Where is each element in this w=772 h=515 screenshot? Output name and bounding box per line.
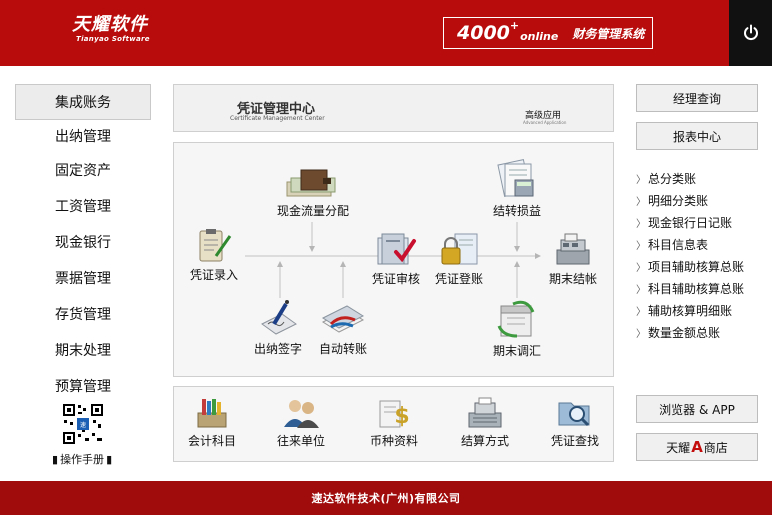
carry-pl-node[interactable]: 结转损益 [472,158,562,219]
report-general-ledger[interactable]: 〉总分类账 [636,170,696,187]
cash-register-icon [556,233,590,265]
sign-pen-icon [261,300,297,335]
tool-currency-label: 币种资料 [369,434,418,448]
period-close-node[interactable]: 期末结帐 [528,232,618,287]
chevron-right-icon: 〉 [636,197,646,208]
report-label: 辅助核算明细账 [648,304,733,318]
auto-transfer-node[interactable]: 自动转账 [298,298,388,357]
report-label: 现金银行日记账 [648,216,733,230]
chevron-right-icon: 〉 [636,285,646,296]
dollar-docs-icon: $ [379,400,410,429]
store-button[interactable]: 天耀 A 商店 [636,433,758,461]
ledger-lock-icon [441,233,478,265]
report-label: 科目信息表 [648,238,709,252]
report-center-button[interactable]: 报表中心 [636,122,758,150]
report-label: 总分类账 [648,172,697,186]
auto-transfer-label: 自动转账 [318,342,367,356]
folder-check-icon [377,233,416,265]
carry-pl-label: 结转损益 [492,204,541,218]
cash-flow-label: 现金流量分配 [276,204,349,218]
chevron-right-icon: 〉 [636,241,646,252]
chevron-right-icon: 〉 [636,175,646,186]
footer-company: 速达软件技术(广州)有限公司 [0,481,772,515]
pos-terminal-icon [468,397,502,428]
voucher-post-label: 凭证登账 [434,272,483,286]
tool-partners[interactable]: 往来单位 [261,397,341,449]
store-prefix: 天耀 [666,440,691,455]
tool-voucher-search-label: 凭证查找 [550,434,599,448]
tool-currency[interactable]: $ 币种资料 [354,397,434,449]
voucher-review-label: 凭证审核 [371,272,420,286]
chevron-right-icon: 〉 [636,263,646,274]
wallet-money-icon [286,169,336,197]
chevron-right-icon: 〉 [636,329,646,340]
ledger-calculator-icon [497,159,534,197]
period-close-label: 期末结帐 [548,272,597,286]
voucher-entry-label: 凭证录入 [189,268,238,282]
report-detail-ledger[interactable]: 〉明细分类账 [636,192,708,209]
users-icon [284,400,319,428]
browser-app-button[interactable]: 浏览器 & APP [636,395,758,423]
store-a-logo-icon: A [691,438,703,456]
report-account-aux[interactable]: 〉科目辅助核算总账 [636,280,744,297]
cashier-sign-label: 出纳签字 [253,342,302,356]
tool-partners-label: 往来单位 [276,434,325,448]
chevron-right-icon: 〉 [636,307,646,318]
report-label: 明细分类账 [648,194,709,208]
voucher-entry-node[interactable]: 凭证录入 [169,228,259,283]
period-adjust-node[interactable]: 期末调汇 [472,298,562,359]
svg-text:$: $ [394,404,409,429]
tool-accounts-label: 会计科目 [187,434,236,448]
calendar-arrows-icon [497,300,535,338]
report-project-aux[interactable]: 〉项目辅助核算总账 [636,258,744,275]
report-aux-detail[interactable]: 〉辅助核算明细账 [636,302,732,319]
report-quantity-amount[interactable]: 〉数量金额总账 [636,324,720,341]
store-suffix: 商店 [703,440,728,455]
manager-query-button[interactable]: 经理查询 [636,84,758,112]
tool-accounts[interactable]: 会计科目 [172,397,252,449]
transfer-cards-icon [321,305,365,333]
report-cash-bank-journal[interactable]: 〉现金银行日记账 [636,214,732,231]
chevron-right-icon: 〉 [636,219,646,230]
cash-flow-node[interactable]: 现金流量分配 [268,166,358,219]
file-box-icon [197,399,227,428]
period-adjust-label: 期末调汇 [492,344,541,358]
report-label: 数量金额总账 [648,326,721,340]
folder-search-icon [558,402,590,427]
tool-settlement-label: 结算方式 [460,434,509,448]
clipboard-pen-icon [199,229,232,262]
report-account-info[interactable]: 〉科目信息表 [636,236,708,253]
tool-settlement[interactable]: 结算方式 [445,397,525,449]
report-label: 科目辅助核算总账 [648,282,745,296]
report-label: 项目辅助核算总账 [648,260,745,274]
voucher-post-node[interactable]: 凭证登账 [414,232,504,287]
tool-voucher-search[interactable]: 凭证查找 [535,397,615,449]
